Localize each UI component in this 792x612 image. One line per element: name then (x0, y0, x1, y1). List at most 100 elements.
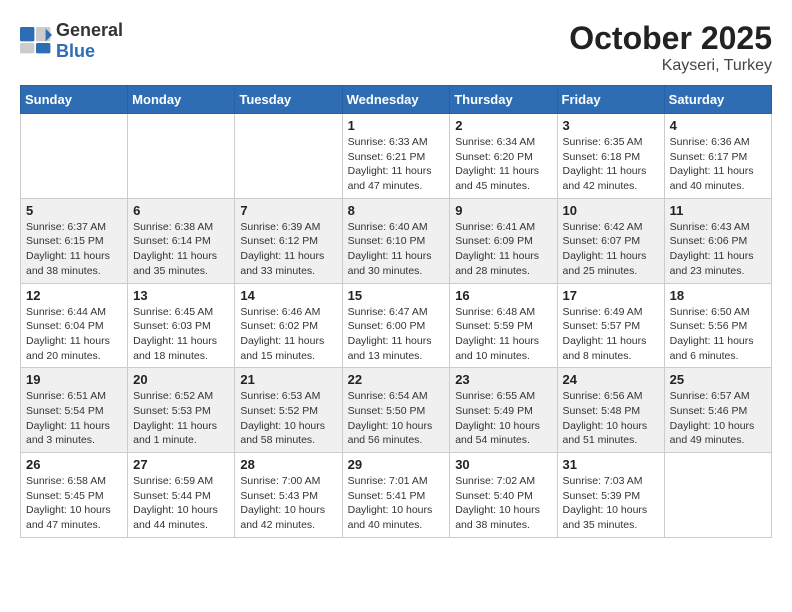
day-number: 4 (670, 118, 766, 133)
calendar-cell: 17Sunrise: 6:49 AMSunset: 5:57 PMDayligh… (557, 283, 664, 368)
day-info: Sunrise: 6:50 AMSunset: 5:56 PMDaylight:… (670, 305, 766, 364)
day-number: 14 (240, 288, 336, 303)
day-number: 28 (240, 457, 336, 472)
calendar-week-row: 5Sunrise: 6:37 AMSunset: 6:15 PMDaylight… (21, 198, 772, 283)
calendar-cell: 21 Sunrise: 6:53 AMSunset: 5:52 PMDayligh… (235, 368, 342, 453)
day-number: 5 (26, 203, 122, 218)
calendar-header-row: SundayMondayTuesdayWednesdayThursdayFrid… (21, 86, 772, 114)
day-info: Sunrise: 6:52 AMSunset: 5:53 PMDaylight:… (133, 389, 229, 448)
calendar-cell: 4 Sunrise: 6:36 AMSunset: 6:17 PMDaylight… (664, 114, 771, 199)
calendar-week-row: 19Sunrise: 6:51 AMSunset: 5:54 PMDayligh… (21, 368, 772, 453)
day-number: 30 (455, 457, 551, 472)
day-number: 3 (563, 118, 659, 133)
day-info: Sunrise: 6:43 AMSunset: 6:06 PMDaylight:… (670, 220, 766, 279)
calendar-cell: 7 Sunrise: 6:39 AMSunset: 6:12 PMDaylight… (235, 198, 342, 283)
calendar-cell: 11 Sunrise: 6:43 AMSunset: 6:06 PMDayligh… (664, 198, 771, 283)
day-number: 25 (670, 372, 766, 387)
calendar-cell: 30Sunrise: 7:02 AMSunset: 5:40 PMDayligh… (450, 453, 557, 538)
day-number: 18 (670, 288, 766, 303)
day-info: Sunrise: 6:47 AMSunset: 6:00 PMDaylight:… (348, 305, 445, 364)
calendar-cell: 25 Sunrise: 6:57 AMSunset: 5:46 PMDayligh… (664, 368, 771, 453)
day-info: Sunrise: 6:48 AMSunset: 5:59 PMDaylight:… (455, 305, 551, 364)
calendar-cell: 8 Sunrise: 6:40 AMSunset: 6:10 PMDaylight… (342, 198, 450, 283)
calendar-cell: 14 Sunrise: 6:46 AMSunset: 6:02 PMDayligh… (235, 283, 342, 368)
calendar-week-row: 1Sunrise: 6:33 AMSunset: 6:21 PMDaylight… (21, 114, 772, 199)
day-info: Sunrise: 6:33 AMSunset: 6:21 PMDaylight:… (348, 135, 445, 194)
weekday-header-saturday: Saturday (664, 86, 771, 114)
day-number: 31 (563, 457, 659, 472)
logo-icon (20, 27, 52, 55)
calendar-cell: 31Sunrise: 7:03 AMSunset: 5:39 PMDayligh… (557, 453, 664, 538)
day-number: 21 (240, 372, 336, 387)
calendar-cell: 22 Sunrise: 6:54 AMSunset: 5:50 PMDayligh… (342, 368, 450, 453)
weekday-header-sunday: Sunday (21, 86, 128, 114)
day-info: Sunrise: 6:36 AMSunset: 6:17 PMDaylight:… (670, 135, 766, 194)
day-number: 29 (348, 457, 445, 472)
day-info: Sunrise: 6:39 AMSunset: 6:12 PMDaylight:… (240, 220, 336, 279)
day-info: Sunrise: 6:55 AMSunset: 5:49 PMDaylight:… (455, 389, 551, 448)
day-number: 12 (26, 288, 122, 303)
calendar-cell: 13 Sunrise: 6:45 AMSunset: 6:03 PMDayligh… (128, 283, 235, 368)
calendar-week-row: 26Sunrise: 6:58 AMSunset: 5:45 PMDayligh… (21, 453, 772, 538)
calendar-cell: 2 Sunrise: 6:34 AMSunset: 6:20 PMDaylight… (450, 114, 557, 199)
day-info: Sunrise: 6:56 AMSunset: 5:48 PMDaylight:… (563, 389, 659, 448)
calendar-cell: 16Sunrise: 6:48 AMSunset: 5:59 PMDayligh… (450, 283, 557, 368)
calendar-cell (21, 114, 128, 199)
calendar-cell (128, 114, 235, 199)
day-number: 13 (133, 288, 229, 303)
day-number: 2 (455, 118, 551, 133)
day-number: 24 (563, 372, 659, 387)
calendar-cell: 3Sunrise: 6:35 AMSunset: 6:18 PMDaylight… (557, 114, 664, 199)
calendar-cell: 5Sunrise: 6:37 AMSunset: 6:15 PMDaylight… (21, 198, 128, 283)
day-number: 17 (563, 288, 659, 303)
day-info: Sunrise: 6:59 AMSunset: 5:44 PMDaylight:… (133, 474, 229, 533)
day-info: Sunrise: 6:57 AMSunset: 5:46 PMDaylight:… (670, 389, 766, 448)
day-info: Sunrise: 6:45 AMSunset: 6:03 PMDaylight:… (133, 305, 229, 364)
location-title: Kayseri, Turkey (569, 57, 772, 75)
day-info: Sunrise: 7:01 AMSunset: 5:41 PMDaylight:… (348, 474, 445, 533)
logo-blue-text: Blue (56, 41, 95, 61)
title-block: October 2025 Kayseri, Turkey (569, 20, 772, 75)
day-info: Sunrise: 6:51 AMSunset: 5:54 PMDaylight:… (26, 389, 122, 448)
calendar-cell: 27Sunrise: 6:59 AMSunset: 5:44 PMDayligh… (128, 453, 235, 538)
month-title: October 2025 (569, 20, 772, 57)
day-info: Sunrise: 6:54 AMSunset: 5:50 PMDaylight:… (348, 389, 445, 448)
weekday-header-tuesday: Tuesday (235, 86, 342, 114)
calendar-cell: 10Sunrise: 6:42 AMSunset: 6:07 PMDayligh… (557, 198, 664, 283)
day-number: 7 (240, 203, 336, 218)
calendar-cell: 9 Sunrise: 6:41 AMSunset: 6:09 PMDaylight… (450, 198, 557, 283)
calendar-cell: 1Sunrise: 6:33 AMSunset: 6:21 PMDaylight… (342, 114, 450, 199)
calendar-cell: 6Sunrise: 6:38 AMSunset: 6:14 PMDaylight… (128, 198, 235, 283)
day-number: 23 (455, 372, 551, 387)
calendar-table: SundayMondayTuesdayWednesdayThursdayFrid… (20, 85, 772, 538)
day-number: 9 (455, 203, 551, 218)
day-number: 15 (348, 288, 445, 303)
day-info: Sunrise: 6:41 AMSunset: 6:09 PMDaylight:… (455, 220, 551, 279)
day-number: 22 (348, 372, 445, 387)
day-info: Sunrise: 6:44 AMSunset: 6:04 PMDaylight:… (26, 305, 122, 364)
page-header: General Blue October 2025 Kayseri, Turke… (20, 20, 772, 75)
day-number: 8 (348, 203, 445, 218)
day-number: 6 (133, 203, 229, 218)
weekday-header-thursday: Thursday (450, 86, 557, 114)
day-info: Sunrise: 6:53 AMSunset: 5:52 PMDaylight:… (240, 389, 336, 448)
weekday-header-friday: Friday (557, 86, 664, 114)
calendar-cell (664, 453, 771, 538)
day-info: Sunrise: 6:40 AMSunset: 6:10 PMDaylight:… (348, 220, 445, 279)
day-number: 11 (670, 203, 766, 218)
logo: General Blue (20, 20, 123, 62)
day-number: 10 (563, 203, 659, 218)
day-info: Sunrise: 6:46 AMSunset: 6:02 PMDaylight:… (240, 305, 336, 364)
calendar-cell: 20 Sunrise: 6:52 AMSunset: 5:53 PMDayligh… (128, 368, 235, 453)
calendar-cell: 15 Sunrise: 6:47 AMSunset: 6:00 PMDayligh… (342, 283, 450, 368)
calendar-cell: 18 Sunrise: 6:50 AMSunset: 5:56 PMDayligh… (664, 283, 771, 368)
calendar-cell: 24 Sunrise: 6:56 AMSunset: 5:48 PMDayligh… (557, 368, 664, 453)
day-info: Sunrise: 6:34 AMSunset: 6:20 PMDaylight:… (455, 135, 551, 194)
day-number: 20 (133, 372, 229, 387)
calendar-week-row: 12 Sunrise: 6:44 AMSunset: 6:04 PMDayligh… (21, 283, 772, 368)
calendar-cell (235, 114, 342, 199)
calendar-cell: 29 Sunrise: 7:01 AMSunset: 5:41 PMDayligh… (342, 453, 450, 538)
weekday-header-monday: Monday (128, 86, 235, 114)
calendar-cell: 26Sunrise: 6:58 AMSunset: 5:45 PMDayligh… (21, 453, 128, 538)
calendar-cell: 28Sunrise: 7:00 AMSunset: 5:43 PMDayligh… (235, 453, 342, 538)
